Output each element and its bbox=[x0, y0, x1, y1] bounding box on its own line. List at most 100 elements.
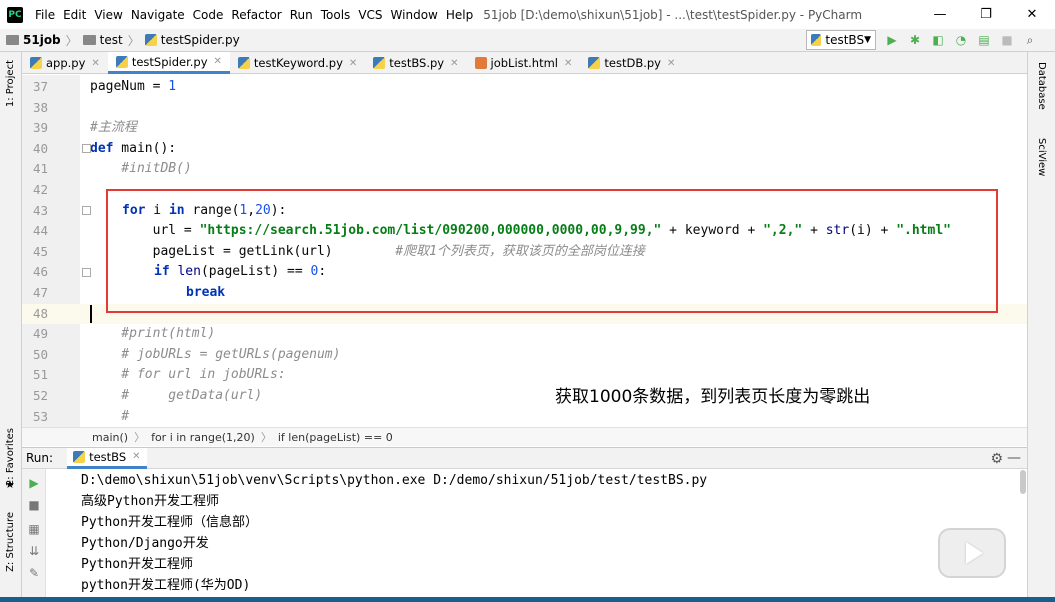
run-config-selector[interactable]: testBS ▼ bbox=[806, 30, 876, 50]
breadcrumb-item[interactable]: for i in range(1,20) bbox=[151, 431, 255, 444]
star-icon: ★ bbox=[5, 478, 15, 491]
tab-testkeyword-py[interactable]: testKeyword.py ✕ bbox=[230, 52, 365, 74]
console-line: Python开发工程师（信息部） bbox=[81, 515, 258, 530]
run-panel-header: Run: testBS ✕ ⚙ — bbox=[22, 447, 1027, 469]
close-icon[interactable]: ✕ bbox=[450, 58, 458, 69]
menu-view[interactable]: View bbox=[90, 8, 126, 22]
breadcrumb-item[interactable]: main() bbox=[92, 431, 128, 444]
close-button[interactable]: ✕ bbox=[1009, 0, 1055, 29]
code-line: 53 # bbox=[22, 407, 1027, 427]
debug-icon[interactable]: ✱ bbox=[907, 31, 923, 49]
scroll-to-end-icon[interactable]: ⇊ bbox=[26, 543, 42, 559]
code-text: for i in range(1,20): bbox=[122, 202, 287, 218]
code-line: 50 # jobURLs = getURLs(pagenum) bbox=[22, 345, 1027, 366]
menu-help[interactable]: Help bbox=[442, 8, 477, 22]
code-line: 45 pageList = getLink(url) #爬取1个列表页，获取该页… bbox=[22, 242, 1027, 263]
code-line: 46 if len(pageList) == 0: bbox=[22, 262, 1027, 283]
concurrency-icon[interactable]: ▤ bbox=[976, 31, 992, 49]
tab-label: testSpider.py bbox=[131, 54, 208, 69]
code-line: 42 bbox=[22, 180, 1027, 201]
tab-testbs-py[interactable]: testBS.py ✕ bbox=[365, 52, 466, 74]
fold-marker-icon[interactable] bbox=[82, 206, 91, 215]
run-panel-label: Run: bbox=[26, 451, 54, 465]
menu-window[interactable]: Window bbox=[387, 8, 442, 22]
line-number: 49 bbox=[32, 326, 48, 342]
pycharm-logo-icon: PC bbox=[7, 6, 23, 23]
tab-app-py[interactable]: app.py ✕ bbox=[22, 52, 108, 74]
close-icon[interactable]: ✕ bbox=[214, 56, 222, 67]
profile-icon[interactable]: ◔ bbox=[953, 31, 969, 49]
close-icon[interactable]: ✕ bbox=[91, 58, 99, 69]
menu-file[interactable]: File bbox=[31, 8, 59, 22]
nav-project[interactable]: 51job bbox=[23, 33, 61, 47]
tab-label: testKeyword.py bbox=[253, 56, 343, 70]
close-icon[interactable]: ✕ bbox=[132, 451, 140, 462]
menu-refactor[interactable]: Refactor bbox=[227, 8, 285, 22]
console-scrollbar[interactable] bbox=[1020, 470, 1026, 494]
current-code-line: 48 bbox=[22, 303, 1027, 325]
window-title: 51job [D:\demo\shixun\51job] - ...\test\… bbox=[483, 7, 863, 22]
menu-tools[interactable]: Tools bbox=[317, 8, 355, 22]
line-number: 42 bbox=[32, 182, 48, 197]
code-line: 44 url = "https://search.51job.com/list/… bbox=[22, 221, 1027, 242]
line-number: 51 bbox=[32, 367, 48, 383]
tab-joblist-html[interactable]: jobList.html ✕ bbox=[467, 52, 581, 74]
structure-tool-button[interactable]: Z: Structure bbox=[5, 512, 16, 572]
breadcrumb-item[interactable]: if len(pageList) == 0 bbox=[278, 431, 393, 444]
code-text: pageList = getLink(url) #爬取1个列表页，获取该页的全部… bbox=[90, 243, 645, 259]
code-line: 51 # for url in jobURLs: bbox=[22, 365, 1027, 386]
tab-testspider-py[interactable]: testSpider.py ✕ bbox=[107, 52, 230, 74]
menu-run[interactable]: Run bbox=[286, 8, 317, 22]
run-icon[interactable]: ▶ bbox=[884, 31, 900, 49]
fold-marker-icon[interactable] bbox=[82, 144, 91, 153]
pin-icon[interactable]: ✎ bbox=[26, 565, 42, 581]
run-config-label: testBS bbox=[825, 33, 865, 47]
nav-folder[interactable]: test bbox=[100, 33, 123, 47]
code-line: 37 pageNum = 1 bbox=[22, 77, 1027, 98]
run-tab-testbs[interactable]: testBS ✕ bbox=[67, 447, 147, 469]
layout-icon[interactable]: ▦ bbox=[26, 521, 42, 537]
tab-label: testBS.py bbox=[389, 56, 445, 70]
minimize-panel-icon[interactable]: — bbox=[1007, 450, 1021, 466]
video-play-icon[interactable] bbox=[938, 528, 1006, 578]
line-number: 47 bbox=[32, 285, 48, 300]
chevron-right-icon: 〉 bbox=[260, 431, 272, 444]
line-number: 40 bbox=[32, 140, 48, 156]
chevron-right-icon: 〉 bbox=[134, 431, 146, 444]
code-text: pageNum = 1 bbox=[90, 79, 177, 94]
title-bar: PC File Edit View Navigate Code Refactor… bbox=[0, 0, 1055, 29]
editor-tabs: app.py ✕ testSpider.py ✕ testKeyword.py … bbox=[22, 52, 1027, 74]
coverage-icon[interactable]: ◧ bbox=[930, 31, 946, 49]
nav-file[interactable]: testSpider.py bbox=[161, 33, 240, 47]
right-tool-stripe: Database SciView bbox=[1027, 52, 1055, 597]
restore-button[interactable]: ❐ bbox=[963, 0, 1009, 29]
database-tool-button[interactable]: Database bbox=[1036, 62, 1047, 110]
minimize-button[interactable]: — bbox=[917, 0, 963, 29]
fold-marker-icon[interactable] bbox=[82, 268, 91, 277]
gear-icon[interactable]: ⚙ bbox=[990, 451, 1003, 467]
code-editor[interactable]: 37 pageNum = 1 38 39 #主流程 40 def main():… bbox=[22, 75, 1027, 427]
close-icon[interactable]: ✕ bbox=[564, 58, 572, 69]
close-icon[interactable]: ✕ bbox=[667, 58, 675, 69]
annotation-text: 获取1000条数据，到列表页长度为零跳出 bbox=[555, 387, 871, 407]
code-text: if len(pageList) == 0: bbox=[154, 264, 327, 280]
code-text: # getData(url) bbox=[90, 388, 263, 403]
menu-edit[interactable]: Edit bbox=[59, 8, 90, 22]
close-icon[interactable]: ✕ bbox=[349, 58, 357, 69]
folder-icon bbox=[6, 35, 19, 45]
rerun-icon[interactable]: ▶ bbox=[26, 475, 42, 491]
menu-vcs[interactable]: VCS bbox=[354, 8, 386, 22]
run-console[interactable]: D:\demo\shixun\51job\venv\Scripts\python… bbox=[46, 469, 1027, 597]
menu-code[interactable]: Code bbox=[189, 8, 228, 22]
vcs-icon[interactable]: ⌕ bbox=[1022, 31, 1038, 49]
stop-icon[interactable]: ■ bbox=[999, 31, 1015, 49]
menu-navigate[interactable]: Navigate bbox=[127, 8, 189, 22]
python-file-icon bbox=[30, 57, 42, 69]
console-line: python开发工程师(华为OD) bbox=[81, 578, 251, 593]
tab-testdb-py[interactable]: testDB.py ✕ bbox=[580, 52, 683, 74]
python-file-icon bbox=[588, 57, 601, 69]
python-file-icon bbox=[373, 57, 386, 69]
project-tool-button[interactable]: 1: Project bbox=[5, 60, 16, 107]
stop-icon[interactable]: ■ bbox=[26, 497, 42, 513]
sciview-tool-button[interactable]: SciView bbox=[1036, 138, 1047, 176]
